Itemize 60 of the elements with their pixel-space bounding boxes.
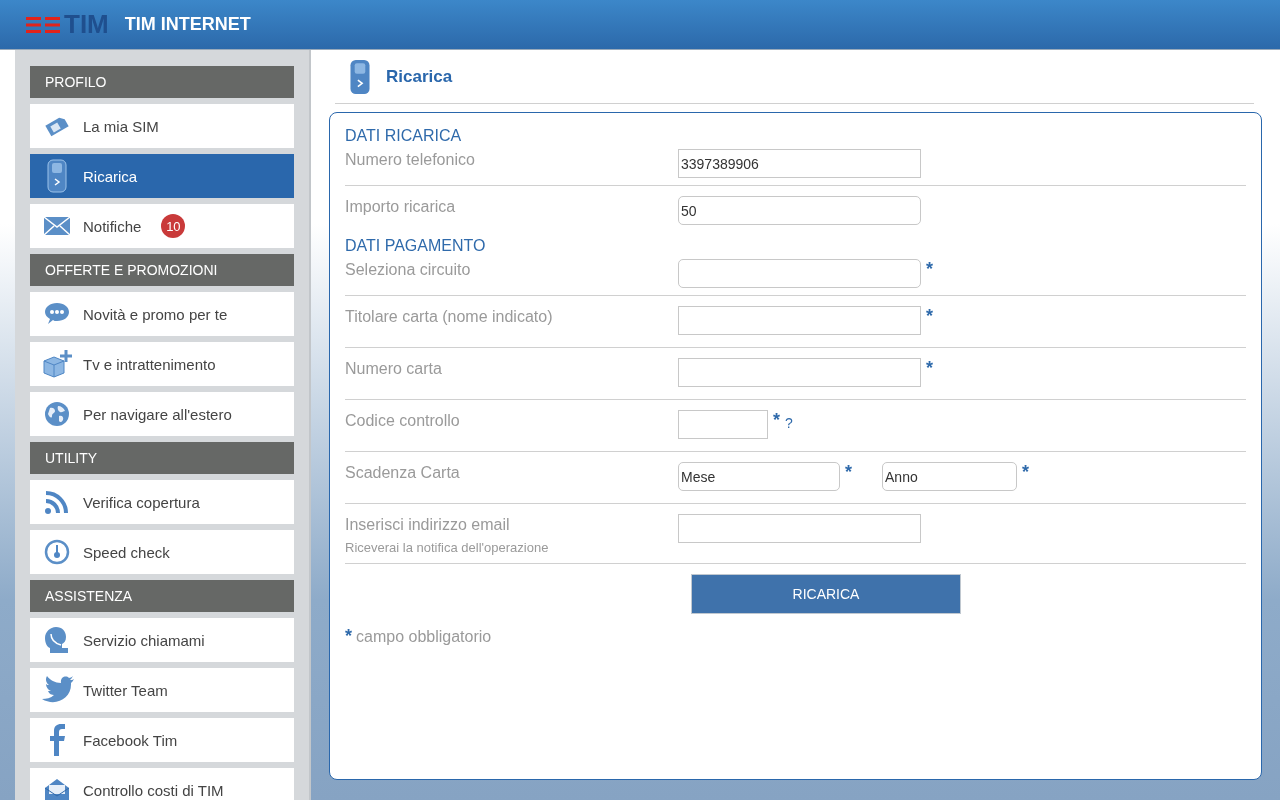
- input-field[interactable]: [678, 514, 921, 543]
- page-title: Ricarica: [386, 66, 453, 87]
- field-label: Seleziona circuito: [345, 261, 472, 279]
- field-label: Importo ricarica: [345, 198, 457, 216]
- field-label: Scadenza Carta: [345, 464, 461, 482]
- sidebar-section-heading: OFFERTE E PROMOZIONI: [30, 254, 294, 286]
- input-field[interactable]: [678, 306, 921, 335]
- field-label: Inserisci indirizzo email: [345, 516, 511, 534]
- field-label: Numero telefonico: [345, 151, 476, 169]
- notification-count-badge: 10: [161, 214, 186, 238]
- phone-recharge-icon: [348, 58, 372, 95]
- envelope-icon: [42, 216, 71, 236]
- sidebar-item[interactable]: Twitter Team: [30, 668, 294, 712]
- sidebar-item[interactable]: La mia SIM: [30, 104, 294, 148]
- open-envelope-icon: [43, 778, 70, 800]
- gauge-icon: [43, 539, 70, 565]
- sidebar-item[interactable]: Verifica copertura: [30, 480, 294, 524]
- field-label: Codice controllo: [345, 412, 461, 430]
- required-mark: *: [926, 306, 933, 327]
- sidebar-item[interactable]: Servizio chiamami: [30, 618, 294, 662]
- sidebar-item[interactable]: Speed check: [30, 530, 294, 574]
- required-mark: *: [345, 626, 352, 647]
- dropdown-field[interactable]: [678, 259, 921, 288]
- rss-feed-icon: [43, 489, 70, 515]
- facebook-f-icon: [47, 724, 66, 756]
- sidebar-item[interactable]: Controllo costi di TIM: [30, 768, 294, 800]
- sidebar-item[interactable]: Tv e intrattenimento: [30, 342, 294, 386]
- help-link[interactable]: ?: [785, 410, 793, 431]
- sidebar-item[interactable]: Per navigare all'estero: [30, 392, 294, 436]
- input-field[interactable]: [678, 410, 768, 439]
- logo-stripes-icon: [26, 15, 62, 34]
- required-mark: *: [773, 410, 780, 431]
- input-field[interactable]: 3397389906: [678, 149, 921, 178]
- dropdown-field[interactable]: Mese: [678, 462, 840, 491]
- phone-recharge-icon: [45, 159, 68, 193]
- field-label: Numero carta: [345, 360, 443, 378]
- field-label: Titolare carta (nome indicato): [345, 308, 554, 326]
- form-section-heading: DATI RICARICA: [345, 127, 463, 146]
- sidebar-item[interactable]: Notifiche 10: [30, 204, 294, 248]
- recharge-button[interactable]: RICARICA: [691, 574, 961, 614]
- sidebar-section-heading: ASSISTENZA: [30, 580, 294, 612]
- sidebar-section-heading: UTILITY: [30, 442, 294, 474]
- box-plus-icon: [41, 349, 72, 379]
- field-hint: Riceverai la notifica dell'operazione: [345, 540, 550, 555]
- globe-icon: [43, 401, 70, 427]
- required-field-note: campo obbligatorio: [356, 627, 492, 646]
- dropdown-field[interactable]: 50: [678, 196, 921, 225]
- required-mark: *: [1022, 462, 1030, 483]
- sidebar-section-heading: PROFILO: [30, 66, 294, 98]
- chat-bubble-icon: [43, 301, 70, 327]
- required-mark: *: [926, 358, 933, 379]
- form-section-heading: DATI PAGAMENTO: [345, 237, 487, 256]
- sidebar-item[interactable]: Ricarica: [30, 154, 294, 198]
- app-title: TIM INTERNET: [124, 14, 251, 35]
- sidebar-item[interactable]: Novità e promo per te: [30, 292, 294, 336]
- required-mark: *: [926, 259, 933, 280]
- dropdown-field[interactable]: Anno: [882, 462, 1017, 491]
- input-field[interactable]: [678, 358, 921, 387]
- sidebar-item[interactable]: Facebook Tim: [30, 718, 294, 762]
- required-mark: *: [845, 462, 852, 483]
